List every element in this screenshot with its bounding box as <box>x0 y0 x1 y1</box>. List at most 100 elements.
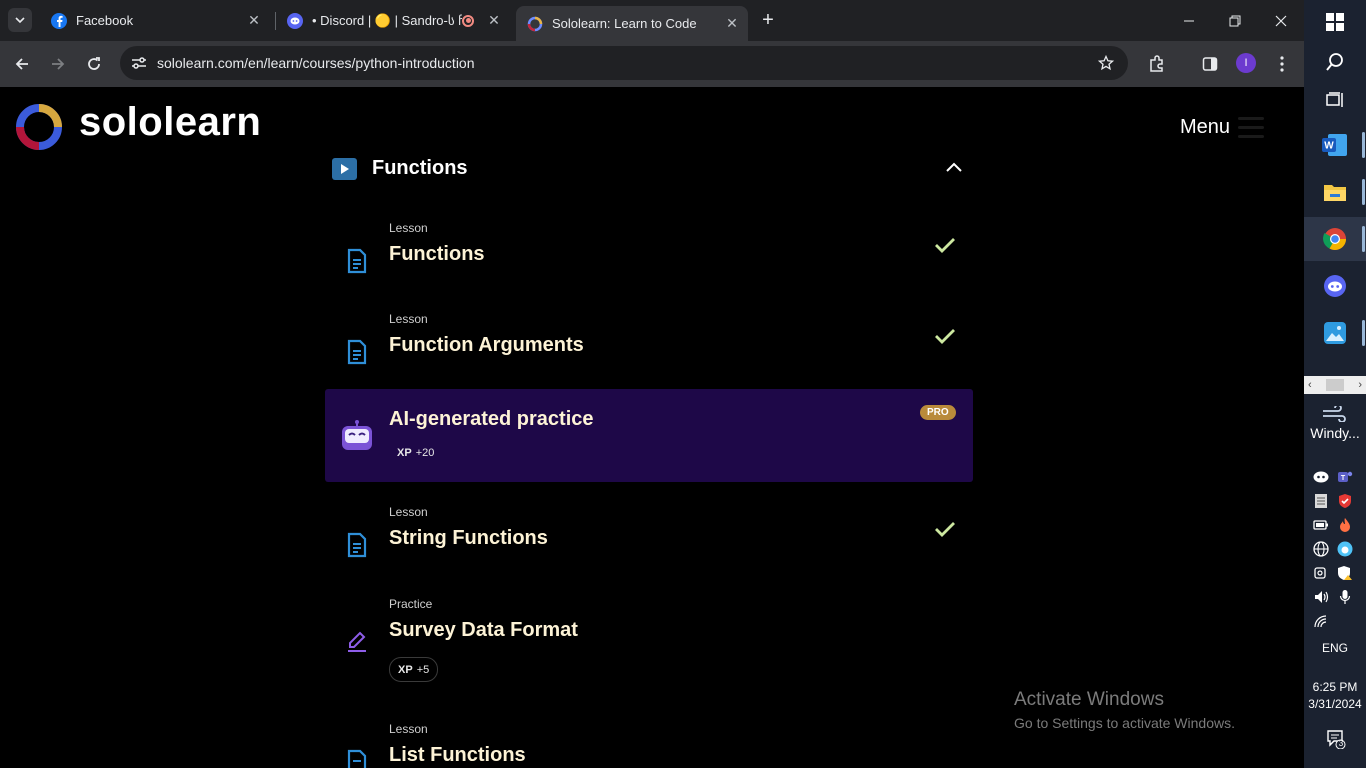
volume-icon[interactable] <box>1312 588 1330 606</box>
reload-icon <box>88 57 100 70</box>
word-icon: W <box>1322 134 1347 156</box>
item-title: Survey Data Format <box>389 619 578 641</box>
clock-time: 6:25 PM <box>1312 680 1358 694</box>
practice-item-survey-data-format[interactable]: Practice Survey Data Format XP +5 <box>325 589 973 685</box>
weather-widget[interactable]: Windy... <box>1304 404 1366 450</box>
robot-icon <box>342 420 372 450</box>
close-icon[interactable]: ✕ <box>244 11 264 31</box>
tab-facebook[interactable]: Facebook ✕ <box>40 6 270 35</box>
search-icon <box>1326 53 1343 71</box>
brand-name[interactable]: sololearn <box>79 100 261 145</box>
browser-toolbar: sololearn.com/en/learn/courses/python-in… <box>0 41 1304 87</box>
tab-sololearn[interactable]: Sololearn: Learn to Code ✕ <box>516 6 748 41</box>
chevron-left-icon[interactable]: ‹ <box>1308 379 1312 391</box>
lesson-item-functions[interactable]: Lesson Functions <box>325 213 973 305</box>
side-panel-icon[interactable] <box>1198 52 1222 76</box>
xp-label: XP <box>398 663 413 676</box>
camera-tray-icon[interactable] <box>1312 564 1330 582</box>
system-clock[interactable]: 6:25 PM 3/31/2024 <box>1304 679 1366 713</box>
battery-tray-icon[interactable] <box>1312 516 1330 534</box>
item-title: Function Arguments <box>389 334 584 356</box>
facebook-icon <box>51 12 67 29</box>
restore-button[interactable] <box>1212 0 1258 41</box>
recording-icon <box>462 14 474 27</box>
chrome-icon <box>1323 228 1346 250</box>
notification-center[interactable]: 3 <box>1326 729 1346 750</box>
taskbar-chrome[interactable] <box>1304 217 1366 261</box>
lesson-item-function-arguments[interactable]: Lesson Function Arguments <box>325 304 973 396</box>
discord-tray-icon[interactable] <box>1312 468 1330 486</box>
microphone-icon[interactable] <box>1336 588 1354 606</box>
xp-badge: XP +5 <box>389 657 439 682</box>
lesson-item-list-functions[interactable]: Lesson List Functions <box>325 714 973 768</box>
close-window-button[interactable] <box>1258 0 1304 41</box>
sololearn-logo-icon[interactable] <box>14 102 64 152</box>
close-icon <box>1275 15 1287 26</box>
hamburger-icon[interactable] <box>1238 117 1264 139</box>
taskbar-word[interactable]: W <box>1304 123 1366 167</box>
menu-button[interactable]: Menu <box>1180 116 1230 139</box>
forward-button[interactable] <box>44 50 72 78</box>
wind-icon <box>1323 404 1346 423</box>
profile-avatar[interactable]: I <box>1236 53 1256 73</box>
lesson-document-icon <box>347 749 367 768</box>
minimize-button[interactable] <box>1166 0 1212 41</box>
item-kind: Lesson <box>389 505 428 519</box>
flame-tray-icon[interactable] <box>1336 516 1354 534</box>
xp-label: XP <box>397 447 412 459</box>
sololearn-page: sololearn Menu Functions Lesson Function… <box>0 87 1304 768</box>
check-icon <box>935 329 955 344</box>
svg-text:W: W <box>1324 141 1334 152</box>
chevron-right-icon[interactable]: › <box>1358 379 1362 391</box>
wifi-icon[interactable] <box>1312 612 1330 630</box>
lesson-item-string-functions[interactable]: Lesson String Functions <box>325 497 973 589</box>
notes-tray-icon[interactable] <box>1312 492 1330 510</box>
tab-title: • Discord | 🟡 | Sandro-ს ჩა <box>312 12 462 28</box>
play-icon <box>332 158 357 180</box>
item-kind: Lesson <box>389 722 428 736</box>
security-shield-icon[interactable] <box>1336 492 1354 510</box>
lesson-document-icon <box>347 248 367 274</box>
defender-warning-icon[interactable] <box>1336 564 1354 582</box>
language-indicator[interactable]: ENG <box>1304 641 1366 655</box>
back-button[interactable] <box>8 50 36 78</box>
clock-date: 3/31/2024 <box>1308 697 1362 711</box>
extensions-icon[interactable] <box>1145 52 1169 76</box>
tab-search-button[interactable] <box>8 8 32 32</box>
star-icon[interactable] <box>1096 53 1116 73</box>
tab-title: Sololearn: Learn to Code <box>552 16 697 31</box>
start-button[interactable] <box>1304 0 1366 44</box>
browser-window: Facebook ✕ • Discord | 🟡 | Sandro-ს ჩა ✕… <box>0 0 1304 768</box>
discord-icon <box>287 12 303 29</box>
watermark-line1: Activate Windows <box>1014 689 1164 710</box>
new-tab-button[interactable]: + <box>756 8 780 32</box>
taskbar-photos[interactable] <box>1304 311 1366 355</box>
item-kind: Lesson <box>389 312 428 326</box>
chevron-down-icon <box>15 17 25 24</box>
task-view-button[interactable] <box>1304 78 1366 122</box>
ai-practice-item[interactable]: AI-generated practice XP +20 PRO <box>325 389 973 482</box>
teams-tray-icon[interactable]: T <box>1336 468 1354 486</box>
photos-icon <box>1324 322 1346 344</box>
scroll-thumb[interactable] <box>1326 379 1344 391</box>
chevron-up-icon[interactable] <box>944 158 964 174</box>
vpn-tray-icon[interactable] <box>1336 540 1354 558</box>
tray-scroll[interactable]: ‹ › <box>1304 376 1366 394</box>
watermark-line2: Go to Settings to activate Windows. <box>1014 715 1235 731</box>
close-icon[interactable]: ✕ <box>722 14 742 34</box>
tab-discord[interactable]: • Discord | 🟡 | Sandro-ს ჩა ✕ <box>276 6 510 35</box>
pencil-icon <box>348 631 366 652</box>
site-settings-icon[interactable] <box>129 53 149 73</box>
xp-value: +20 <box>415 447 435 459</box>
url-text: sololearn.com/en/learn/courses/python-in… <box>157 55 475 71</box>
module-title: Functions <box>372 157 468 179</box>
taskbar-file-explorer[interactable] <box>1304 170 1366 214</box>
module-header[interactable]: Functions <box>332 156 972 184</box>
notification-count: 3 <box>1338 739 1344 748</box>
close-icon[interactable]: ✕ <box>484 11 504 31</box>
kebab-menu-icon[interactable] <box>1270 52 1294 76</box>
address-bar[interactable]: sololearn.com/en/learn/courses/python-in… <box>120 46 1128 80</box>
globe-tray-icon[interactable] <box>1312 540 1330 558</box>
reload-button[interactable] <box>80 50 108 78</box>
taskbar-discord[interactable] <box>1304 264 1366 308</box>
